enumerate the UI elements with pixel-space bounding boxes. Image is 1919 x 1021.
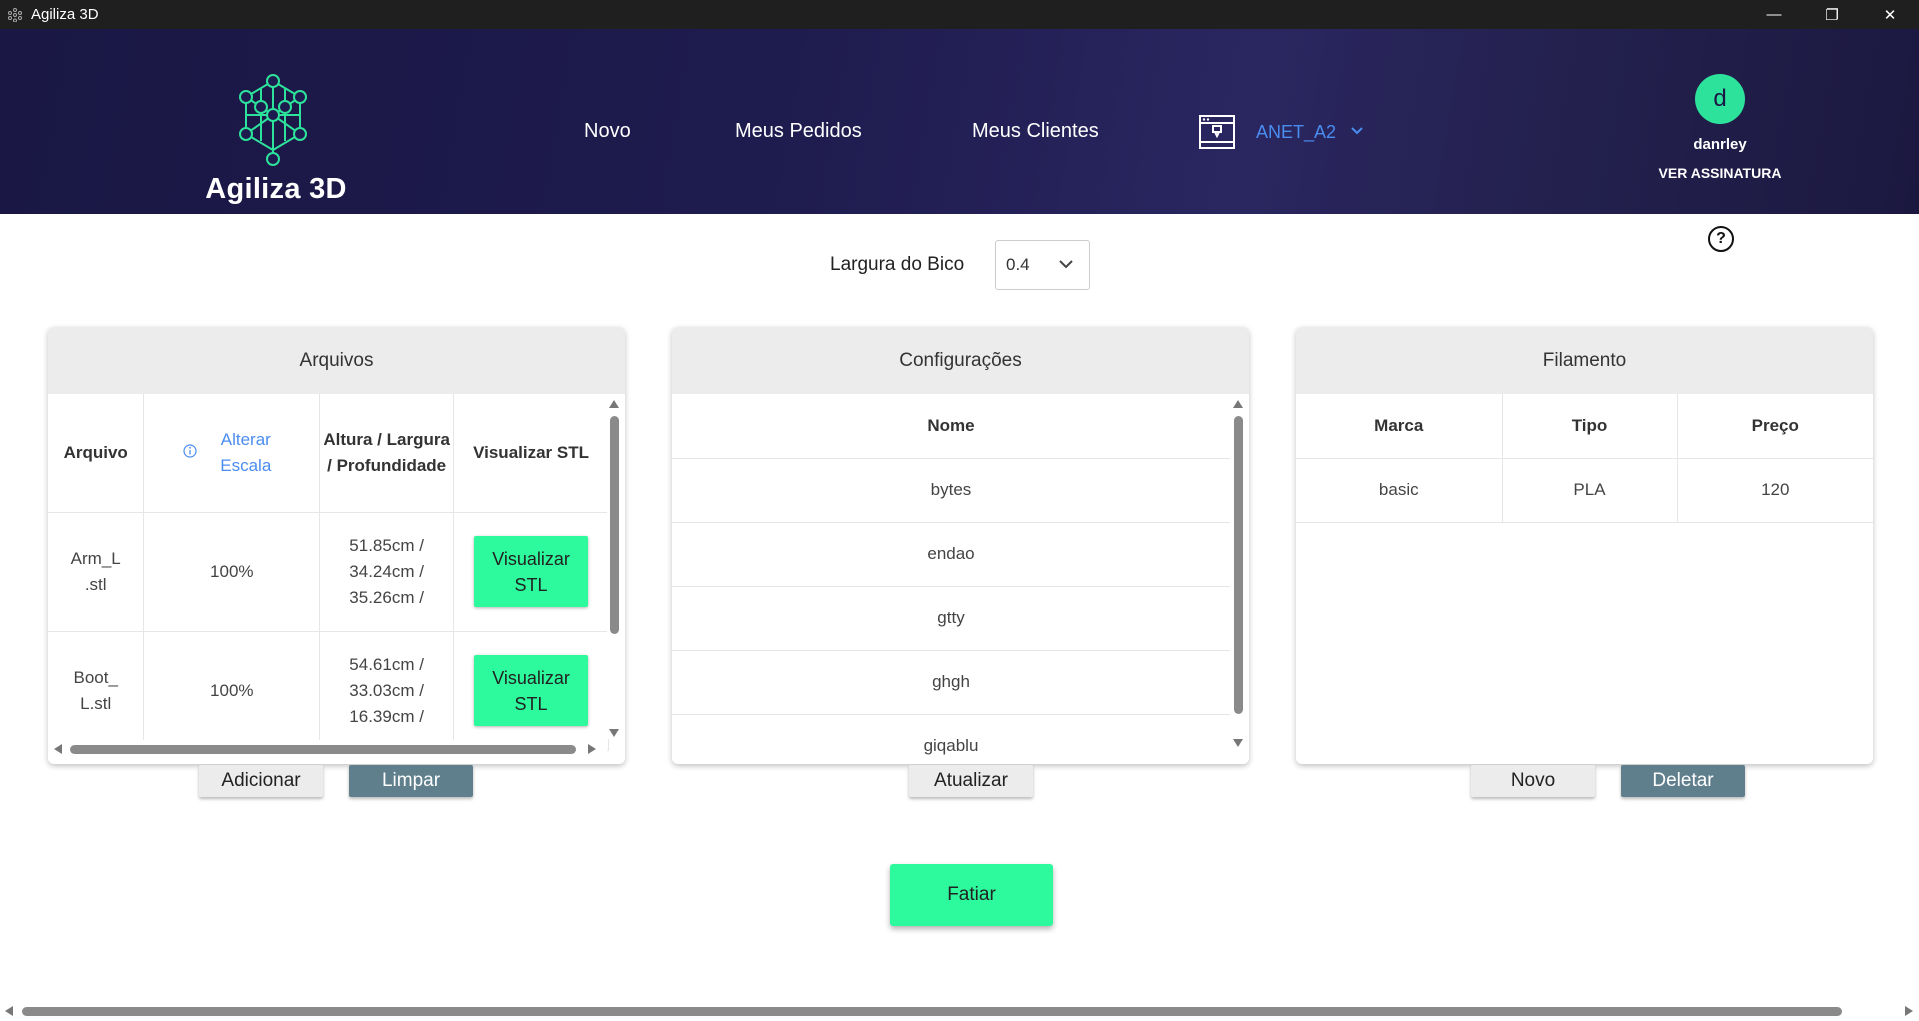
nav-novo[interactable]: Novo xyxy=(584,120,631,143)
logo-text: Agiliza 3D xyxy=(205,173,347,205)
new-filament-button[interactable]: Novo xyxy=(1471,765,1595,797)
printer-selector[interactable]: ANET_A2 xyxy=(1198,114,1364,150)
files-table: Arquivo Alterar Escala Altura / Largura … xyxy=(48,394,609,751)
file-name: Boot_ L.stl xyxy=(73,667,118,713)
view-stl-button[interactable]: Visualizar STL xyxy=(474,536,589,607)
clear-files-button[interactable]: Limpar xyxy=(349,765,473,797)
window-titlebar: Agiliza 3D — ❐ ✕ xyxy=(0,0,1919,29)
filament-brand: basic xyxy=(1296,458,1503,523)
chevron-down-icon xyxy=(1350,123,1364,141)
table-row[interactable]: endao xyxy=(672,522,1230,587)
avatar[interactable]: d xyxy=(1695,74,1745,124)
filament-type: PLA xyxy=(1502,458,1678,523)
nozzle-width-select[interactable]: 0.4 xyxy=(995,240,1090,290)
files-horizontal-scrollbar[interactable] xyxy=(48,740,607,758)
window-title: Agiliza 3D xyxy=(31,6,99,23)
nav-meus-clientes[interactable]: Meus Clientes xyxy=(972,120,1099,143)
update-config-button[interactable]: Atualizar xyxy=(909,765,1033,797)
col-name: Nome xyxy=(672,394,1230,459)
add-file-button[interactable]: Adicionar xyxy=(199,765,323,797)
col-view: Visualizar STL xyxy=(453,394,609,513)
maximize-button[interactable]: ❐ xyxy=(1803,0,1861,29)
table-row[interactable]: basic PLA 120 xyxy=(1296,458,1873,523)
config-name: ghgh xyxy=(672,650,1230,715)
file-scale[interactable]: 100% xyxy=(143,631,321,751)
files-vertical-scrollbar[interactable] xyxy=(607,394,621,739)
username: danrley xyxy=(1693,136,1747,153)
table-row[interactable]: ghgh xyxy=(672,650,1230,715)
config-panel-title: Configurações xyxy=(672,327,1249,394)
page-horizontal-scrollbar[interactable] xyxy=(0,1001,1919,1021)
table-row: Boot_ L.stl 100% 54.61cm / 33.03cm / 16.… xyxy=(48,631,609,751)
nav-meus-pedidos[interactable]: Meus Pedidos xyxy=(735,120,862,143)
nozzle-width-value: 0.4 xyxy=(1006,255,1030,274)
file-scale[interactable]: 100% xyxy=(143,512,321,632)
col-scale[interactable]: Alterar Escala xyxy=(143,394,321,513)
config-table: Nome bytes endao gtty ghgh giqablu xyxy=(672,394,1230,764)
slice-button[interactable]: Fatiar xyxy=(890,864,1053,926)
filament-price: 120 xyxy=(1677,458,1873,523)
files-panel: Arquivos Arquivo Alterar Escala Altura /… xyxy=(48,327,625,764)
config-name: bytes xyxy=(672,458,1230,523)
table-row[interactable]: giqablu xyxy=(672,714,1230,764)
view-stl-button[interactable]: Visualizar STL xyxy=(474,655,589,726)
config-panel: Configurações Nome bytes endao gtty ghgh… xyxy=(672,327,1249,764)
printer-icon xyxy=(1199,115,1235,149)
config-name: endao xyxy=(672,522,1230,587)
help-icon[interactable]: ? xyxy=(1708,226,1734,252)
view-subscription-link[interactable]: VER ASSINATURA xyxy=(1640,165,1800,181)
col-dims: Altura / Largura / Profundidade xyxy=(319,394,455,513)
col-brand: Marca xyxy=(1296,394,1503,459)
files-panel-title: Arquivos xyxy=(48,327,625,394)
app-icon xyxy=(5,5,25,25)
file-dims: 51.85cm / 34.24cm / 35.26cm / xyxy=(349,535,424,607)
logo[interactable]: Agiliza 3D xyxy=(196,49,356,205)
table-row[interactable]: gtty xyxy=(672,586,1230,651)
config-name: gtty xyxy=(672,586,1230,651)
table-row: Arm_L .stl 100% 51.85cm / 34.24cm / 35.2… xyxy=(48,512,609,632)
file-dims: 54.61cm / 33.03cm / 16.39cm / xyxy=(349,654,424,726)
chevron-down-icon xyxy=(1057,255,1075,278)
config-vertical-scrollbar[interactable] xyxy=(1231,394,1245,764)
filament-panel: Filamento Marca Tipo Preço basic PLA 120 xyxy=(1296,327,1873,764)
filament-table: Marca Tipo Preço basic PLA 120 xyxy=(1296,394,1873,523)
col-type: Tipo xyxy=(1502,394,1678,459)
user-menu: d danrley VER ASSINATURA xyxy=(1640,74,1800,181)
app-header: Agiliza 3D Novo Meus Pedidos Meus Client… xyxy=(0,29,1919,214)
info-icon xyxy=(183,440,197,466)
col-price: Preço xyxy=(1677,394,1873,459)
printer-name: ANET_A2 xyxy=(1256,121,1337,142)
table-row[interactable]: bytes xyxy=(672,458,1230,523)
col-file: Arquivo xyxy=(48,394,145,513)
minimize-button[interactable]: — xyxy=(1745,0,1803,29)
filament-panel-title: Filamento xyxy=(1296,327,1873,394)
close-button[interactable]: ✕ xyxy=(1861,0,1919,29)
config-name: giqablu xyxy=(672,714,1230,764)
file-name: Arm_L .stl xyxy=(70,548,121,594)
alter-scale-link[interactable]: Alterar Escala xyxy=(211,427,281,479)
nozzle-width-label: Largura do Bico xyxy=(830,254,965,275)
logo-network-icon xyxy=(239,74,307,166)
delete-filament-button[interactable]: Deletar xyxy=(1621,765,1745,797)
